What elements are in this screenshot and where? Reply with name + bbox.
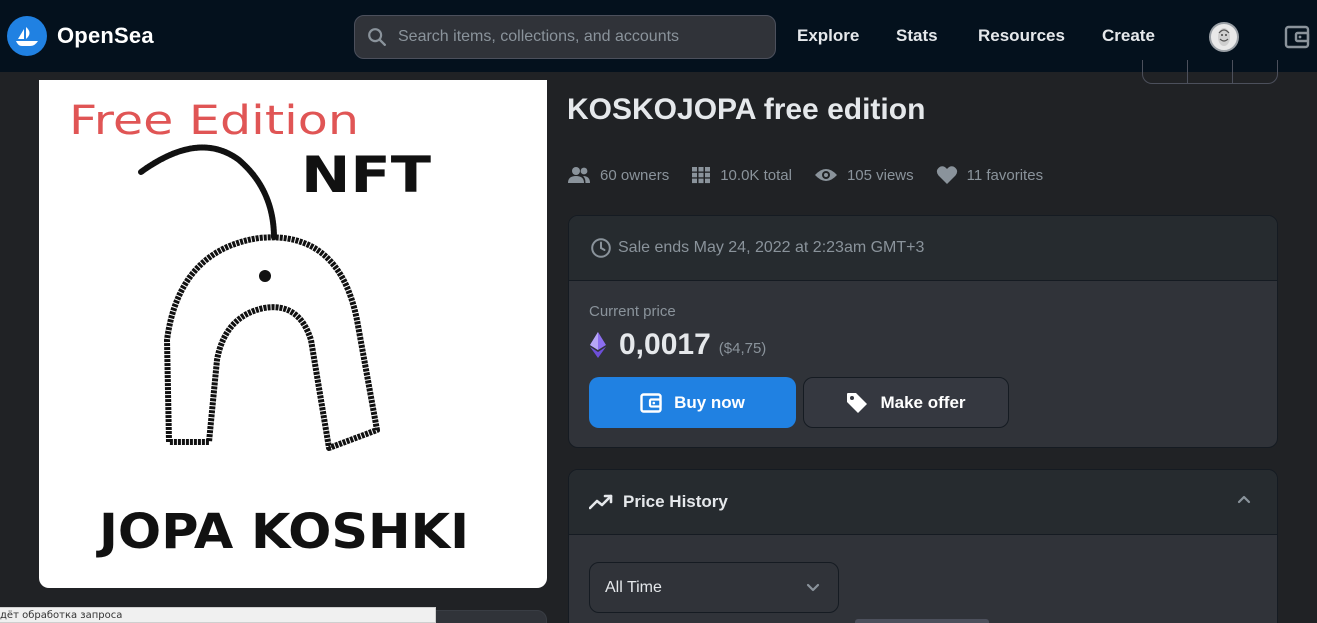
favorites-count: 11 favorites bbox=[966, 166, 1044, 184]
item-stats: 60 owners 10.0K total 105 views 11 favor… bbox=[567, 162, 1065, 188]
nft-image[interactable]: Free Edition NFT JOPA KOSHKI bbox=[39, 80, 547, 588]
views-stat: 105 views bbox=[814, 167, 914, 184]
chevron-down-icon bbox=[806, 583, 820, 592]
total-stat: 10.0K total bbox=[691, 166, 792, 184]
sale-header: Sale ends May 24, 2022 at 2:23am GMT+3 bbox=[569, 216, 1277, 281]
opensea-logo[interactable]: OpenSea bbox=[7, 16, 154, 56]
share-button[interactable] bbox=[1188, 60, 1233, 83]
artwork-text-free-edition: Free Edition bbox=[69, 98, 359, 144]
total-count: 10.0K total bbox=[720, 166, 792, 184]
wallet-icon[interactable] bbox=[1284, 24, 1310, 50]
ethereum-icon bbox=[590, 332, 606, 358]
clock-icon bbox=[591, 238, 611, 258]
price-value: 0,0017 bbox=[619, 328, 711, 361]
trending-icon bbox=[589, 494, 613, 510]
time-range-select[interactable]: All Time bbox=[589, 562, 839, 613]
sale-panel: Sale ends May 24, 2022 at 2:23am GMT+3 C… bbox=[568, 215, 1278, 448]
tag-icon bbox=[847, 392, 868, 413]
refresh-button[interactable] bbox=[1143, 60, 1188, 83]
more-button[interactable] bbox=[1233, 60, 1277, 83]
price-row: 0,0017 ($4,75) bbox=[589, 328, 766, 362]
current-price-label: Current price bbox=[589, 303, 676, 320]
wallet-icon bbox=[640, 392, 662, 413]
owners-stat[interactable]: 60 owners bbox=[567, 166, 669, 184]
views-count: 105 views bbox=[846, 166, 914, 184]
artwork-text-jopa-koshki: JOPA KOSHKI bbox=[96, 504, 469, 560]
nav-create[interactable]: Create bbox=[1102, 26, 1155, 46]
make-offer-label: Make offer bbox=[880, 392, 966, 412]
item-title: KOSKOJOPA free edition bbox=[567, 93, 926, 126]
brand-name: OpenSea bbox=[57, 23, 154, 48]
nav-explore[interactable]: Explore bbox=[797, 26, 859, 46]
sale-end-text: Sale ends May 24, 2022 at 2:23am GMT+3 bbox=[618, 239, 925, 256]
price-history-panel: Price History All Time bbox=[568, 469, 1278, 623]
buy-now-button[interactable]: Buy now bbox=[589, 377, 796, 428]
search-bar[interactable] bbox=[354, 15, 776, 59]
search-input[interactable] bbox=[398, 28, 758, 46]
eye-icon bbox=[814, 169, 837, 181]
ship-logo-icon bbox=[7, 16, 47, 56]
search-icon bbox=[368, 28, 386, 46]
price-usd: ($4,75) bbox=[718, 339, 767, 357]
make-offer-button[interactable]: Make offer bbox=[803, 377, 1009, 428]
price-history-header[interactable]: Price History bbox=[569, 470, 1277, 535]
nav-stats[interactable]: Stats bbox=[896, 26, 938, 46]
artwork-drawing: Free Edition NFT JOPA KOSHKI bbox=[69, 98, 469, 560]
buy-now-label: Buy now bbox=[674, 392, 745, 412]
favorites-stat[interactable]: 11 favorites bbox=[936, 165, 1043, 185]
time-range-value: All Time bbox=[605, 578, 662, 596]
owners-count: 60 owners bbox=[600, 166, 670, 184]
browser-status-bar: дёт обработка запроса bbox=[0, 607, 436, 623]
people-icon bbox=[568, 167, 590, 183]
heart-icon bbox=[936, 166, 957, 184]
navbar: OpenSea Explore Stats Resources Create bbox=[0, 0, 1317, 72]
nav-resources[interactable]: Resources bbox=[978, 26, 1065, 46]
artwork-text-nft: NFT bbox=[301, 146, 431, 204]
profile-avatar[interactable] bbox=[1209, 22, 1239, 52]
grid-icon bbox=[692, 167, 711, 184]
tooltip-handle bbox=[855, 619, 989, 623]
chevron-up-icon[interactable] bbox=[1237, 494, 1251, 504]
item-actions-group bbox=[1142, 60, 1278, 84]
price-history-title: Price History bbox=[623, 492, 728, 511]
